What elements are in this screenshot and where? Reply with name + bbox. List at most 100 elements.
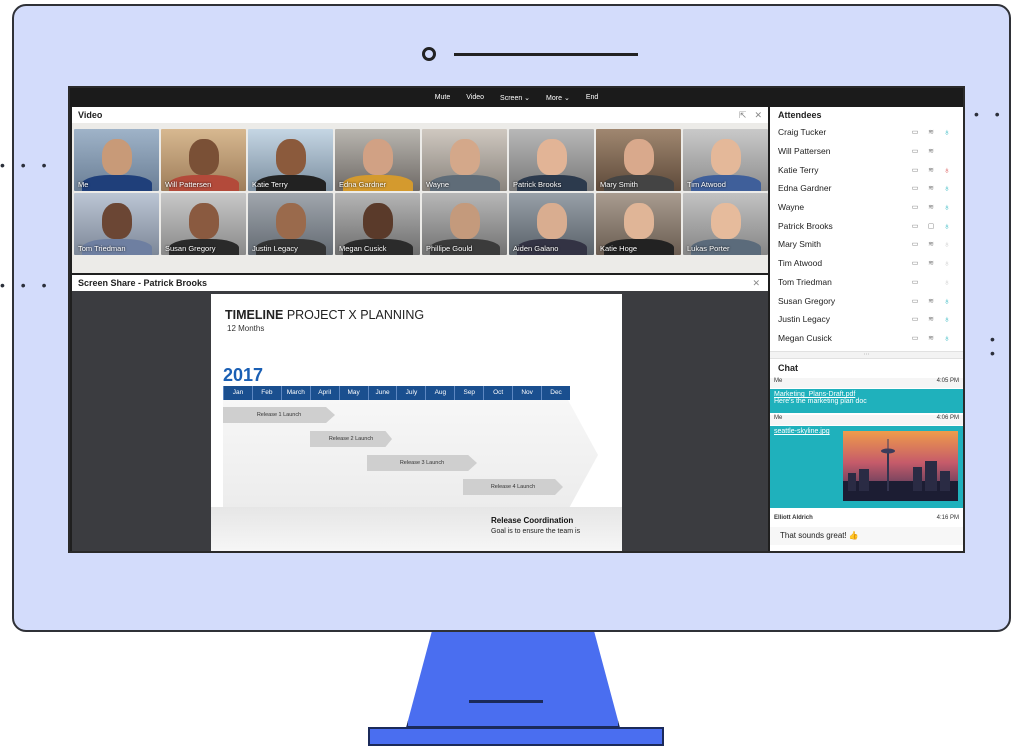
attendee-row[interactable]: Edna Gardner ▭ ≋ ♁ [770, 179, 963, 198]
attendee-row[interactable]: Susan Gregory ▭ ≋ ♁ [770, 291, 963, 310]
camera-icon[interactable]: ▭ [907, 315, 923, 323]
video-tile[interactable]: Phillipe Gould [422, 193, 507, 255]
attendee-name: Katie Terry [778, 164, 819, 175]
shared-slide: TIMELINE PROJECT X PLANNING 12 Months 20… [211, 294, 622, 551]
wifi-icon: ≋ [928, 204, 934, 212]
video-tile[interactable]: Katie Terry [248, 129, 333, 191]
microphone-icon[interactable]: ♁ [939, 314, 955, 324]
video-button[interactable]: Video [466, 94, 484, 101]
microphone-icon[interactable]: ♁ [939, 202, 955, 212]
microphone-icon[interactable]: ♁ [939, 221, 955, 231]
attendee-row[interactable]: Patrick Brooks ▭ ▢ ♁ [770, 216, 963, 235]
camera-icon[interactable]: ▭ [907, 278, 923, 286]
participant-name: Katie Hoge [600, 244, 638, 253]
message-time: 4:06 PM [936, 415, 959, 421]
microphone-icon[interactable]: ♁ [939, 333, 955, 343]
participant-name: Tom Triedman [78, 244, 126, 253]
message-meta: Elliott Aldrich 4:16 PM [770, 515, 963, 525]
meeting-toolbar: Mute Video Screen ⌄ More ⌄ End [70, 88, 963, 107]
video-tile[interactable]: Aiden Galano [509, 193, 594, 255]
message-sender: Me [774, 378, 783, 384]
video-panel-title: Video [78, 110, 103, 120]
release-launch-bar: Release 4 Launch [463, 479, 563, 495]
video-tile[interactable]: Lukas Porter [683, 193, 768, 255]
camera-icon[interactable]: ▭ [907, 240, 923, 248]
attendee-row[interactable]: Tim Atwood ▭ ≋ ♁ [770, 254, 963, 273]
attendee-row[interactable]: Will Pattersen ▭ ≋ [770, 142, 963, 161]
slide-title: TIMELINE PROJECT X PLANNING [225, 308, 425, 322]
attendee-list: Craig Tucker ▭ ≋ ♁ Will Pattersen ▭ ≋ Katie Ter… [770, 123, 963, 347]
mute-button[interactable]: Mute [435, 94, 451, 101]
wifi-icon: ≋ [928, 185, 934, 193]
message-time: 4:05 PM [936, 378, 959, 384]
end-button[interactable]: End [586, 94, 598, 101]
participant-name: Justin Legacy [252, 244, 298, 253]
video-tile[interactable]: Patrick Brooks [509, 129, 594, 191]
month-label: Feb [251, 386, 281, 400]
screen-button[interactable]: Screen ⌄ [500, 94, 530, 102]
video-tile[interactable]: Will Pattersen [161, 129, 246, 191]
file-link[interactable]: Marketing_Plans-Draft.pdf [774, 391, 855, 398]
monitor-base [368, 727, 664, 746]
video-panel: Video ⇱ ✕ Me Will Pattersen Katie Terry … [72, 107, 768, 273]
attendee-row[interactable]: Justin Legacy ▭ ≋ ♁ [770, 310, 963, 329]
attendee-row[interactable]: Wayne ▭ ≋ ♁ [770, 198, 963, 217]
video-tile[interactable]: Mary Smith [596, 129, 681, 191]
video-tile[interactable]: Edna Gardner [335, 129, 420, 191]
month-label: May [338, 386, 368, 400]
popout-icon[interactable]: ⇱ [739, 110, 747, 121]
attendee-row[interactable]: Katie Terry ▭ ≋ ♁ [770, 160, 963, 179]
video-panel-header: Video ⇱ ✕ [72, 107, 768, 123]
wifi-icon: ≋ [928, 148, 934, 156]
camera-icon[interactable]: ▭ [907, 334, 923, 342]
participant-name: Edna Gardner [339, 180, 387, 189]
camera-icon[interactable]: ▭ [907, 222, 923, 230]
microphone-icon[interactable]: ♁ [939, 165, 955, 175]
close-icon[interactable]: ✕ [754, 110, 762, 121]
webcam-icon [422, 47, 436, 61]
camera-icon[interactable]: ▭ [907, 259, 923, 267]
video-tile[interactable]: Me [74, 129, 159, 191]
video-tile[interactable]: Megan Cusick [335, 193, 420, 255]
video-tile[interactable]: Katie Hoge [596, 193, 681, 255]
attendee-row[interactable]: Megan Cusick ▭ ≋ ♁ [770, 329, 963, 348]
attendee-row[interactable]: Mary Smith ▭ ≋ ♁ [770, 235, 963, 254]
screen-share-title: Screen Share - Patrick Brooks [78, 278, 208, 288]
image-link[interactable]: seattle-skyline.jpg [774, 428, 830, 435]
video-tile[interactable]: Tom Triedman [74, 193, 159, 255]
camera-icon[interactable]: ▭ [907, 203, 923, 211]
attendee-row[interactable]: Tom Triedman ▭ ♁ [770, 273, 963, 292]
message-meta: Me 4:06 PM [770, 415, 963, 425]
attendee-name: Craig Tucker [778, 127, 827, 138]
video-grid: Me Will Pattersen Katie Terry Edna Gardn… [72, 123, 768, 273]
microphone-icon[interactable]: ♁ [939, 127, 955, 137]
attendee-name: Justin Legacy [778, 314, 830, 325]
video-tile[interactable]: Susan Gregory [161, 193, 246, 255]
panel-splitter[interactable]: ⋯ [770, 351, 963, 359]
microphone-icon[interactable]: ♁ [939, 183, 955, 193]
video-tile[interactable]: Tim Atwood [683, 129, 768, 191]
close-icon[interactable]: ✕ [752, 278, 760, 289]
microphone-icon[interactable]: ♁ [939, 239, 955, 249]
month-label: March [280, 386, 310, 400]
camera-icon[interactable]: ▭ [907, 147, 923, 155]
attendees-title: Attendees [778, 110, 822, 120]
microphone-icon[interactable]: ♁ [939, 277, 955, 287]
more-button[interactable]: More ⌄ [546, 94, 570, 102]
wifi-icon: ≋ [928, 334, 934, 342]
video-tile[interactable]: Wayne [422, 129, 507, 191]
camera-icon[interactable]: ▭ [907, 297, 923, 305]
stand-line [469, 700, 543, 703]
microphone-icon[interactable]: ♁ [939, 296, 955, 306]
video-tile[interactable]: Justin Legacy [248, 193, 333, 255]
attendee-row[interactable]: Craig Tucker ▭ ≋ ♁ [770, 123, 963, 142]
camera-icon[interactable]: ▭ [907, 128, 923, 136]
slide-subtitle: 12 Months [227, 324, 265, 333]
microphone-icon[interactable]: ♁ [939, 258, 955, 268]
decor-dots-left-2: • • • [0, 277, 53, 293]
participant-name: Will Pattersen [165, 180, 212, 189]
camera-icon[interactable]: ▭ [907, 184, 923, 192]
timeline-months: Jan Feb March April May June July Aug Se… [223, 386, 570, 400]
skyline-image[interactable] [843, 431, 958, 501]
camera-icon[interactable]: ▭ [907, 166, 923, 174]
